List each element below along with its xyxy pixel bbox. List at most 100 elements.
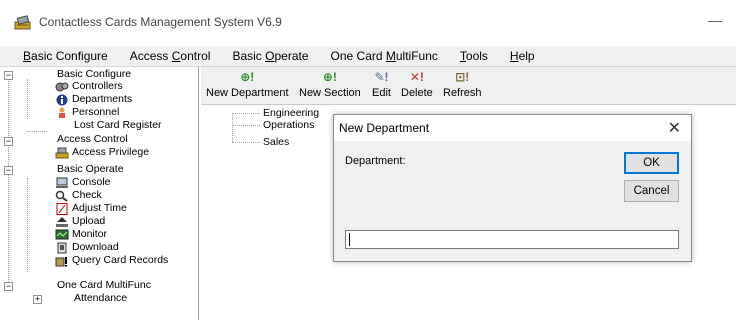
tree-item-check[interactable]: Check [55, 189, 102, 202]
tree-item-label: Upload [72, 215, 106, 227]
app-card-reader-icon [14, 15, 31, 30]
tree-item-label: Access Privilege [72, 146, 150, 158]
tree-item-download[interactable]: Download [55, 241, 119, 254]
query-records-icon [55, 256, 67, 266]
tree-item-label: Departments [72, 93, 133, 105]
tree-item-label: Controllers [72, 80, 123, 92]
refresh-icon: ⊡! [455, 70, 470, 84]
menu-mnemonic: M [385, 49, 396, 63]
menu-help[interactable]: Help [510, 49, 535, 63]
toolbar-label: Edit [372, 87, 391, 99]
ok-button[interactable]: OK [624, 152, 679, 174]
tree-group-one-card-multifunc[interactable]: One Card MultiFunc [57, 279, 151, 292]
menu-label-rest: ultiFunc [395, 49, 438, 63]
dialog-title-bar: New Department ✕ [334, 115, 691, 141]
list-connector [232, 142, 260, 143]
tree-group-label: One Card MultiFunc [57, 279, 151, 291]
toolbar: ⊕! New Department ⊕! New Section ✎! Edit… [201, 67, 736, 105]
tree-group-label: Basic Operate [57, 163, 124, 175]
upload-icon [56, 216, 68, 227]
close-icon[interactable]: ✕ [668, 118, 681, 138]
tree-item-label: Attendance [74, 292, 128, 304]
tree-item-access-privilege[interactable]: Access Privilege [55, 146, 149, 159]
expander-basic-configure[interactable]: − [4, 71, 13, 80]
tree-item-personnel[interactable]: Personnel [55, 106, 119, 119]
expander-basic-operate[interactable]: − [4, 166, 13, 175]
new-department-button[interactable]: ⊕! New Department [206, 69, 289, 99]
menu-tools[interactable]: Tools [460, 49, 488, 63]
tree-item-attendance[interactable]: Attendance [74, 292, 127, 305]
expander-attendance[interactable]: + [33, 295, 42, 304]
menu-one-card-multifunc[interactable]: One Card MultiFunc [331, 49, 438, 63]
controllers-icon [55, 82, 69, 91]
access-privilege-icon [55, 147, 69, 158]
list-connector [232, 113, 260, 114]
tree-item-label: Console [72, 176, 111, 188]
department-input[interactable] [345, 230, 679, 249]
new-department-icon: ⊕! [240, 70, 255, 84]
menu-label-rest: ontrol [180, 49, 211, 63]
list-item-engineering[interactable]: Engineering [263, 107, 319, 119]
window-title: Contactless Cards Management System V6.9 [39, 15, 282, 29]
tree-item-label: Download [72, 241, 119, 253]
menu-basic-configure[interactable]: Basic Configure [23, 49, 108, 63]
tree-item-label: Personnel [72, 106, 120, 118]
menu-label-rest: ools [465, 49, 488, 63]
expander-one-card-multifunc[interactable]: − [4, 282, 13, 291]
title-bar: Contactless Cards Management System V6.9… [0, 0, 736, 46]
cancel-button[interactable]: Cancel [624, 180, 679, 202]
new-section-button[interactable]: ⊕! New Section [299, 69, 361, 99]
delete-icon: ✕! [409, 70, 424, 84]
new-section-icon: ⊕! [322, 70, 337, 84]
tree-item-query-card-records[interactable]: Query Card Records [55, 254, 168, 267]
menu-label-rest: elp [518, 49, 535, 63]
adjust-time-icon [56, 202, 68, 215]
delete-button[interactable]: ✕! Delete [401, 69, 433, 99]
tree-group-access-control[interactable]: Access Control [57, 133, 128, 146]
tree-connector [8, 76, 9, 290]
list-item-operations[interactable]: Operations [263, 119, 314, 131]
tree-group-basic-operate[interactable]: Basic Operate [57, 163, 124, 176]
toolbar-label: New Department [206, 87, 289, 99]
tree-item-label: Query Card Records [72, 254, 169, 266]
menu-access-control[interactable]: Access Control [130, 49, 211, 63]
tree-item-adjust-time[interactable]: Adjust Time [55, 202, 127, 215]
list-connector [232, 113, 233, 142]
department-label: Department: [345, 155, 406, 167]
menu-mnemonic: H [509, 49, 519, 63]
monitor-icon [55, 229, 69, 239]
menu-basic-operate[interactable]: Basic Operate [232, 49, 308, 63]
minimize-button[interactable]: — [708, 12, 722, 28]
menu-bar: Basic Configure Access Control Basic Ope… [0, 46, 736, 66]
text-caret [349, 233, 350, 246]
new-department-dialog: New Department ✕ Department: OK Cancel [333, 114, 692, 262]
tree-connector [27, 131, 47, 132]
menu-label-head: Access [129, 49, 172, 63]
toolbar-label: Delete [401, 87, 433, 99]
refresh-button[interactable]: ⊡! Refresh [443, 69, 482, 99]
menu-label-rest: perate [274, 49, 309, 63]
console-icon [56, 177, 68, 188]
tree-group-label: Access Control [57, 133, 128, 145]
tree-item-upload[interactable]: Upload [55, 215, 105, 228]
download-icon [57, 242, 67, 253]
tree-item-lost-card-register[interactable]: Lost Card Register [74, 119, 162, 132]
departments-icon [56, 94, 68, 105]
dialog-title: New Department [339, 121, 430, 135]
menu-label-head: Basic [232, 49, 266, 63]
edit-icon: ✎! [374, 70, 389, 84]
toolbar-label: Refresh [443, 87, 482, 99]
tree-item-monitor[interactable]: Monitor [55, 228, 107, 241]
list-item-sales[interactable]: Sales [263, 136, 289, 148]
tree-item-departments[interactable]: Departments [55, 93, 132, 106]
tree-item-controllers[interactable]: Controllers [55, 80, 123, 93]
menu-label-head: One Card [330, 49, 386, 63]
tree-item-label: Check [72, 189, 102, 201]
edit-button[interactable]: ✎! Edit [372, 69, 391, 99]
navigation-tree[interactable]: − Basic Configure Controllers Department… [0, 67, 199, 320]
tree-connector [27, 79, 28, 119]
expander-access-control[interactable]: − [4, 137, 13, 146]
personnel-icon [59, 107, 65, 118]
tree-item-label: Monitor [72, 228, 108, 240]
tree-item-console[interactable]: Console [55, 176, 111, 189]
